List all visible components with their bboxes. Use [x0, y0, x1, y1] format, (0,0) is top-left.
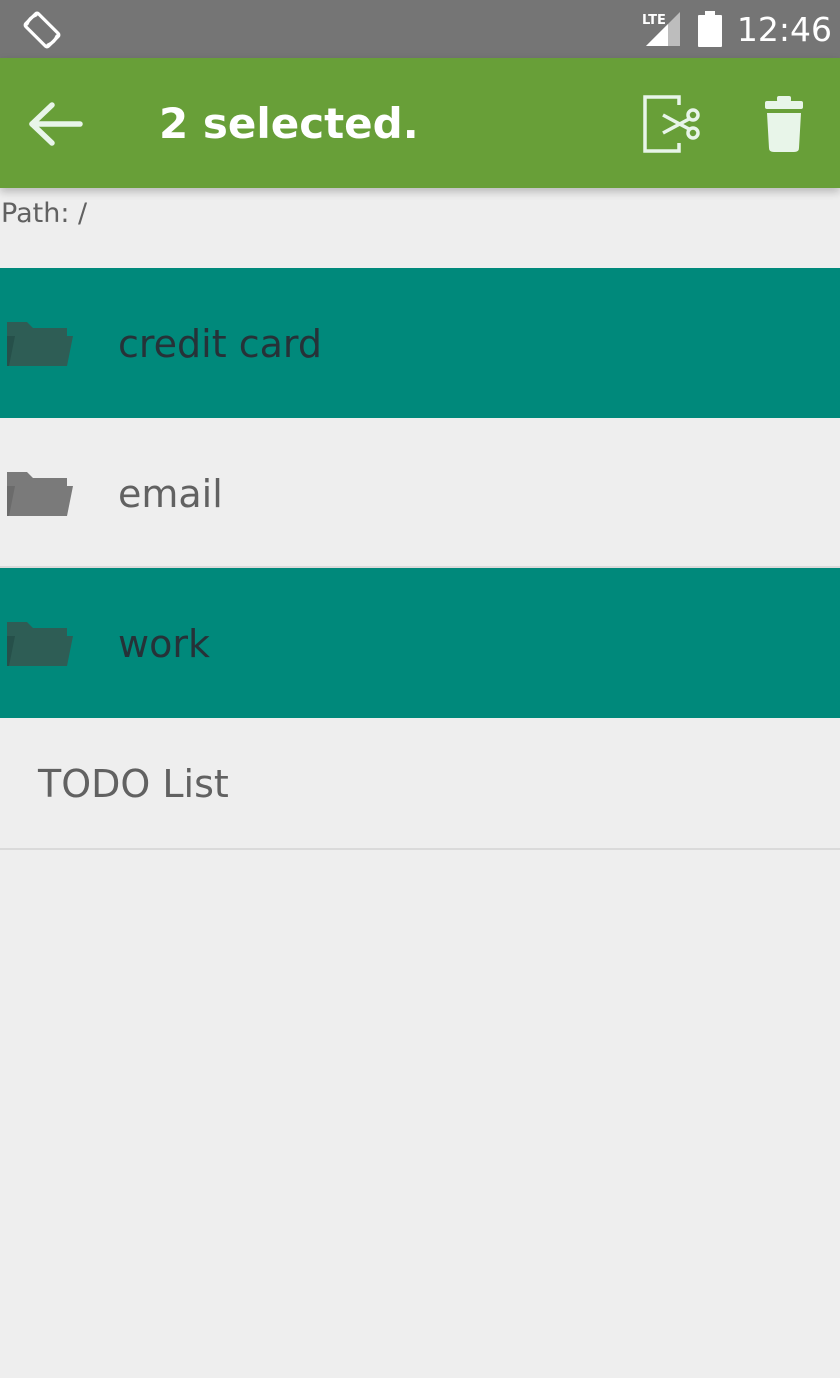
delete-icon: [765, 96, 803, 152]
arrow-back-icon: [29, 102, 83, 146]
status-time: 12:46: [736, 10, 832, 49]
delete-button[interactable]: [752, 90, 816, 158]
list-item-folder[interactable]: email: [0, 418, 840, 568]
cut-button[interactable]: [638, 90, 706, 158]
folder-open-icon: [7, 322, 73, 366]
lte-signal-icon: LTE: [642, 12, 680, 46]
list-item-label: TODO List: [38, 762, 229, 806]
status-bar: LTE 12:46: [0, 0, 840, 58]
list-item-file[interactable]: TODO List: [0, 718, 840, 850]
battery-icon: [698, 11, 722, 47]
list-item-label: email: [118, 472, 223, 516]
current-path: Path: /: [1, 198, 88, 229]
lte-label: LTE: [642, 13, 666, 28]
screen-rotation-icon: [23, 11, 61, 49]
list-item-folder[interactable]: credit card: [0, 268, 840, 418]
folder-open-icon: [7, 622, 73, 666]
selection-count-title: 2 selected.: [159, 99, 419, 148]
list-item-label: credit card: [118, 322, 322, 366]
contextual-action-bar: 2 selected.: [0, 58, 840, 188]
list-item-folder[interactable]: work: [0, 568, 840, 718]
file-list: credit card email work TODO List: [0, 268, 840, 850]
cut-icon: [643, 95, 700, 153]
folder-open-icon: [7, 472, 73, 516]
back-button[interactable]: [20, 88, 92, 160]
list-item-label: work: [118, 622, 210, 666]
